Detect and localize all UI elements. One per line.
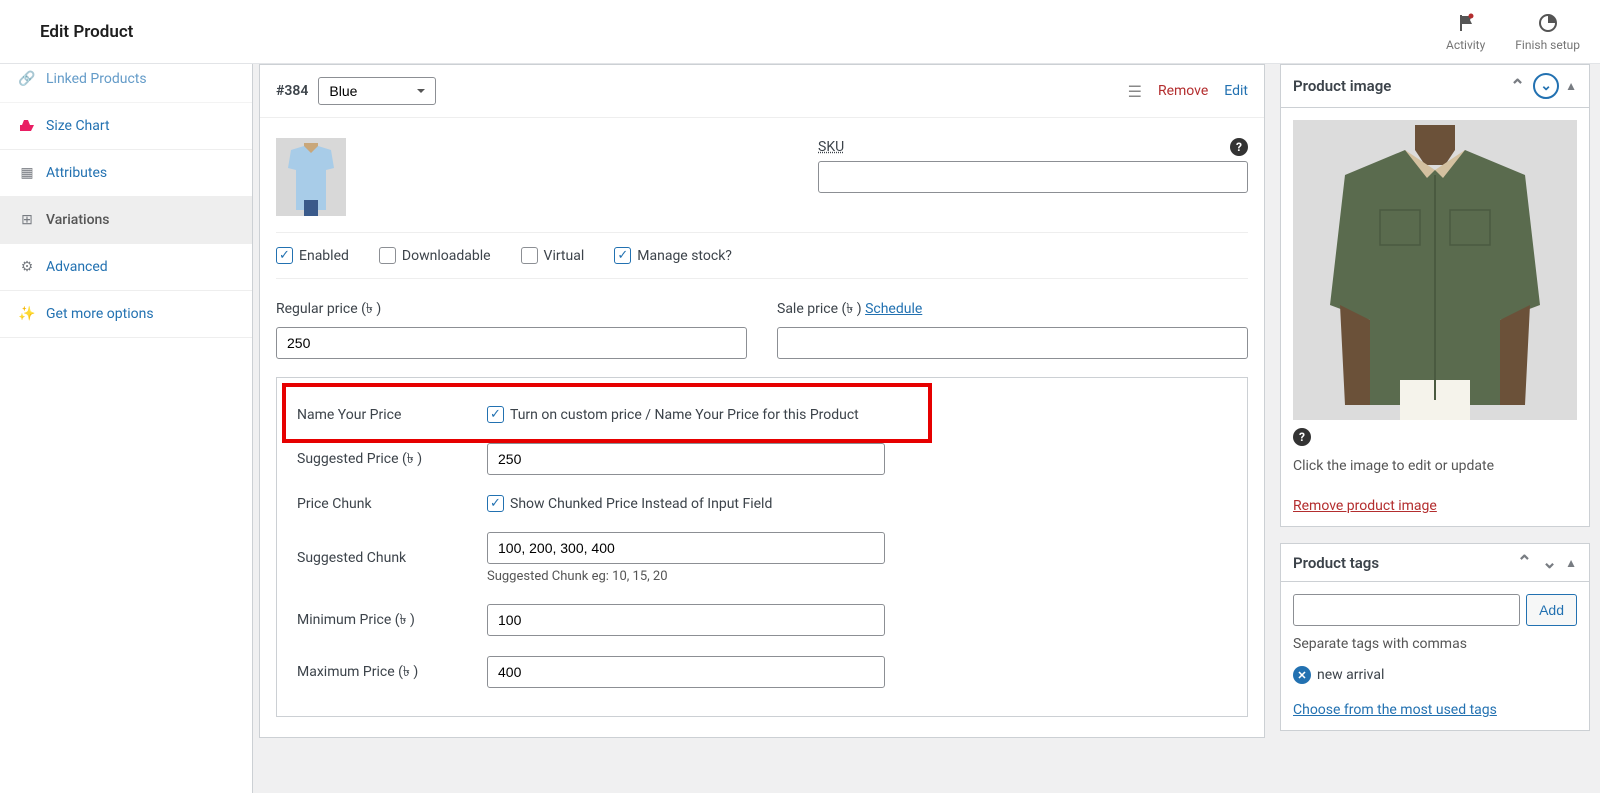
sku-input[interactable] (818, 161, 1248, 193)
drag-handle-icon[interactable]: ☰ (1128, 82, 1142, 101)
chevron-down-icon[interactable]: ⌄ (1533, 73, 1559, 99)
sidebar-item-label: Get more options (46, 306, 154, 322)
suggested-price-input[interactable] (487, 443, 885, 475)
tag-label: new arrival (1317, 667, 1384, 683)
checkbox-checked-icon: ✓ (276, 247, 293, 264)
chevron-up-icon[interactable]: ⌃ (1508, 76, 1527, 97)
sale-price-label: Sale price (৳ ) Schedule (777, 297, 1248, 321)
finish-setup-button[interactable]: Finish setup (1515, 12, 1580, 52)
checkbox-label: Show Chunked Price Instead of Input Fiel… (510, 496, 772, 512)
checkbox-checked-icon: ✓ (487, 495, 504, 512)
chevron-down-icon[interactable]: ⌄ (1540, 552, 1559, 573)
checkbox-label: Downloadable (402, 248, 491, 264)
sidebar-item-label: Advanced (46, 259, 108, 275)
activity-button[interactable]: Activity (1446, 12, 1485, 52)
product-image-caption: Click the image to edit or update (1293, 458, 1577, 474)
flag-icon (1455, 12, 1477, 34)
edit-variation-link[interactable]: Edit (1224, 83, 1248, 99)
checkbox-label: Manage stock? (637, 248, 732, 264)
variation-id: #384 (276, 83, 308, 99)
sidebar-item-get-more[interactable]: ✨ Get more options (0, 291, 252, 338)
gear-icon: ⚙ (18, 258, 36, 276)
remove-tag-icon[interactable]: ✕ (1293, 666, 1311, 684)
chevron-up-icon[interactable]: ⌃ (1515, 552, 1534, 573)
sidebar-item-attributes[interactable]: ▦ Attributes (0, 150, 252, 197)
product-tags-metabox: Product tags ⌃ ⌄ ▲ Add Separate tags wit… (1280, 543, 1590, 731)
virtual-checkbox[interactable]: Virtual (521, 247, 585, 264)
sidebar-item-size-chart[interactable]: Size Chart (0, 103, 252, 150)
regular-price-input[interactable] (276, 327, 747, 359)
size-chart-icon (18, 117, 36, 135)
checkbox-unchecked-icon (521, 247, 538, 264)
product-image-preview[interactable] (1293, 120, 1577, 420)
triangle-up-icon[interactable]: ▲ (1565, 79, 1577, 93)
variation-image-thumbnail[interactable] (276, 138, 346, 216)
downloadable-checkbox[interactable]: Downloadable (379, 247, 491, 264)
metabox-title: Product image (1293, 77, 1391, 95)
sidebar-item-advanced[interactable]: ⚙ Advanced (0, 244, 252, 291)
suggested-chunk-input[interactable] (487, 532, 885, 564)
activity-label: Activity (1446, 38, 1485, 52)
price-chunk-label: Price Chunk (297, 496, 487, 512)
metabox-title: Product tags (1293, 554, 1379, 572)
attributes-icon: ▦ (18, 164, 36, 182)
nyp-section-label: Name Your Price (297, 407, 487, 423)
link-icon: 🔗 (18, 70, 36, 88)
variation-attribute-select[interactable]: Blue (318, 77, 436, 105)
add-tag-button[interactable]: Add (1526, 594, 1577, 626)
sale-price-input[interactable] (777, 327, 1248, 359)
enabled-checkbox[interactable]: ✓ Enabled (276, 247, 349, 264)
product-data-tabs: 🔗 Linked Products Size Chart ▦ Attribute… (0, 64, 253, 793)
variations-icon: ⊞ (18, 211, 36, 229)
checkbox-checked-icon: ✓ (614, 247, 631, 264)
max-price-input[interactable] (487, 656, 885, 688)
wand-icon: ✨ (18, 305, 36, 323)
remove-product-image-link[interactable]: Remove product image (1293, 498, 1437, 514)
triangle-up-icon[interactable]: ▲ (1565, 556, 1577, 570)
finish-setup-label: Finish setup (1515, 38, 1580, 52)
sku-label: SKU (818, 139, 844, 155)
checkbox-label: Enabled (299, 248, 349, 264)
choose-tags-link[interactable]: Choose from the most used tags (1293, 702, 1497, 718)
product-image-metabox: Product image ⌃ ⌄ ▲ (1280, 64, 1590, 527)
suggested-price-label: Suggested Price (৳ ) (297, 447, 487, 471)
sidebar-item-linked-products[interactable]: 🔗 Linked Products (0, 64, 252, 103)
sidebar-item-label: Variations (46, 212, 110, 228)
help-icon[interactable]: ? (1230, 138, 1248, 156)
clock-icon (1537, 12, 1559, 34)
chunk-checkbox[interactable]: ✓ Show Chunked Price Instead of Input Fi… (487, 495, 1227, 512)
schedule-link[interactable]: Schedule (865, 301, 922, 317)
checkbox-unchecked-icon (379, 247, 396, 264)
sidebar-item-variations[interactable]: ⊞ Variations (0, 197, 252, 244)
checkbox-checked-icon: ✓ (487, 406, 504, 423)
sidebar-item-label: Attributes (46, 165, 107, 181)
max-price-label: Maximum Price (৳ ) (297, 660, 487, 684)
tag-hint: Separate tags with commas (1293, 636, 1577, 652)
min-price-input[interactable] (487, 604, 885, 636)
help-icon[interactable]: ? (1293, 428, 1311, 446)
sidebar-item-label: Size Chart (46, 118, 110, 134)
checkbox-label: Virtual (544, 248, 585, 264)
suggested-chunk-hint: Suggested Chunk eg: 10, 15, 20 (487, 569, 1227, 584)
manage-stock-checkbox[interactable]: ✓ Manage stock? (614, 247, 732, 264)
suggested-chunk-label: Suggested Chunk (297, 550, 487, 566)
sidebar-item-label: Linked Products (46, 71, 147, 87)
remove-variation-link[interactable]: Remove (1158, 83, 1208, 99)
min-price-label: Minimum Price (৳ ) (297, 608, 487, 632)
regular-price-label: Regular price (৳ ) (276, 297, 747, 321)
checkbox-label: Turn on custom price / Name Your Price f… (510, 407, 859, 423)
page-title: Edit Product (40, 22, 133, 42)
nyp-enable-checkbox[interactable]: ✓ Turn on custom price / Name Your Price… (487, 406, 1227, 423)
tag-input[interactable] (1293, 594, 1520, 626)
